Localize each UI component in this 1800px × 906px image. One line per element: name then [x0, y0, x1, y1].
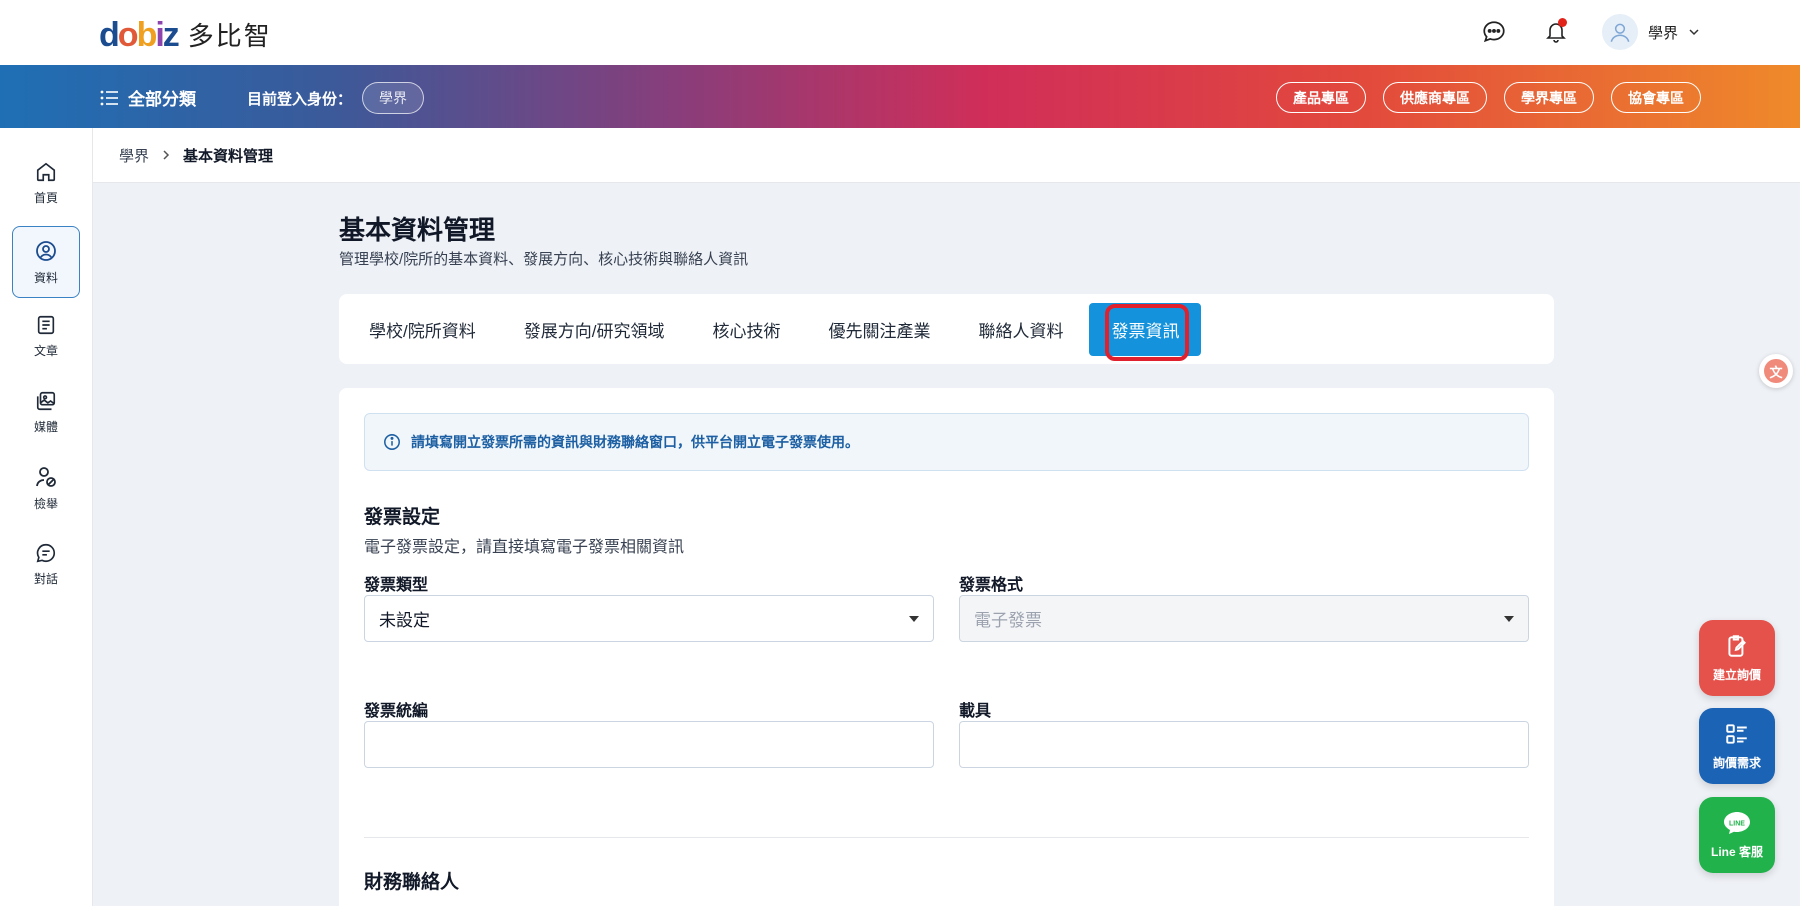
- carrier-label: 載具: [959, 703, 992, 720]
- user-name: 學界: [1647, 24, 1678, 42]
- translate-icon: 文: [1764, 359, 1788, 383]
- sidebar-item-label: 資料: [33, 270, 58, 285]
- sidebar-item-articles[interactable]: 文章: [12, 300, 80, 372]
- sidebar-item-label: 文章: [33, 343, 58, 358]
- create-inquiry-button[interactable]: 建立詢價: [1699, 620, 1775, 696]
- chevron-down-icon: [1689, 29, 1699, 36]
- breadcrumb-parent[interactable]: 學界: [119, 145, 149, 166]
- invoice-type-select[interactable]: 未設定: [364, 595, 934, 642]
- notification-bell-icon[interactable]: [1536, 12, 1576, 52]
- inquiry-needs-label: 詢價需求: [1712, 756, 1761, 770]
- tab-bar: 學校/院所資料 發展方向/研究領域 核心技術 優先關注產業 聯絡人資料 發票資訊: [339, 294, 1554, 364]
- identity-label: 目前登入身份：: [247, 90, 353, 108]
- invoice-type-value: 未設定: [379, 611, 430, 630]
- tab-invoice-info[interactable]: 發票資訊: [1089, 302, 1202, 361]
- chat-icon: [36, 543, 55, 562]
- info-notice: 請填寫開立發票所需的資訊與財務聯絡窗口，供平台開立電子發票使用。: [364, 413, 1529, 471]
- report-icon: [36, 466, 56, 487]
- finance-contact-title: 財務聯絡人: [364, 872, 460, 893]
- invoice-settings-subtitle: 電子發票設定，請直接填寫電子發票相關資訊: [364, 539, 685, 556]
- sidebar-item-label: 檢舉: [33, 496, 58, 511]
- sidebar-item-chat[interactable]: 對話: [12, 528, 80, 600]
- sidebar-item-label: 媒體: [33, 419, 58, 434]
- logo-text: 多比智: [187, 21, 272, 51]
- sidebar-item-label: 對話: [33, 571, 58, 586]
- tab-priority-industries[interactable]: 優先關注產業: [806, 303, 952, 356]
- line-chat-icon: LINE: [1724, 812, 1750, 834]
- avatar: [1601, 14, 1638, 50]
- list-grid-icon: [1726, 724, 1747, 744]
- invoice-format-select: 電子發票: [959, 595, 1529, 642]
- carrier-input[interactable]: [959, 721, 1529, 768]
- notice-text: 請填寫開立發票所需的資訊與財務聯絡窗口，供平台開立電子發票使用。: [411, 434, 859, 450]
- page-title: 基本資料管理: [339, 215, 496, 245]
- zone-academia-button[interactable]: 學界專區: [1504, 82, 1594, 113]
- top-header: dobiz 多比智 學界: [0, 0, 1800, 65]
- sidebar-item-label: 首頁: [33, 190, 58, 205]
- sidebar-item-profile[interactable]: 資料: [12, 226, 80, 298]
- list-menu-icon: [100, 90, 118, 105]
- dropdown-caret-icon: [909, 616, 919, 622]
- edit-clipboard-icon: [1728, 635, 1746, 657]
- tax-id-label: 發票統編: [364, 703, 429, 720]
- tax-id-input[interactable]: [364, 721, 934, 768]
- invoice-form-card: 請填寫開立發票所需的資訊與財務聯絡窗口，供平台開立電子發票使用。 發票設定 電子…: [339, 388, 1554, 906]
- chevron-right-icon: [163, 150, 170, 160]
- invoice-type-label: 發票類型: [364, 577, 429, 594]
- left-sidebar: 首頁 資料 文章 媒體 檢舉 對話: [0, 128, 93, 906]
- dropdown-caret-icon: [1504, 616, 1514, 622]
- brand-logo[interactable]: dobiz 多比智: [99, 16, 272, 53]
- tab-contacts[interactable]: 聯絡人資料: [956, 303, 1085, 356]
- all-categories-label: 全部分類: [128, 90, 196, 109]
- zone-associations-button[interactable]: 協會專區: [1611, 82, 1701, 113]
- translate-button[interactable]: 文: [1759, 354, 1793, 388]
- page-subtitle: 管理學校/院所的基本資料、發展方向、核心技術與聯絡人資訊: [339, 251, 749, 268]
- tab-core-technology[interactable]: 核心技術: [690, 303, 802, 356]
- user-menu[interactable]: 學界: [1601, 14, 1700, 50]
- info-icon: [384, 434, 400, 450]
- category-bar: 全部分類 目前登入身份： 學界 產品專區 供應商專區 學界專區 協會專區: [0, 65, 1800, 128]
- logo-mark: dobiz: [99, 15, 180, 54]
- tab-school-info[interactable]: 學校/院所資料: [347, 303, 498, 356]
- line-service-button[interactable]: LINE Line 客服: [1699, 797, 1775, 873]
- messages-icon[interactable]: [1474, 12, 1514, 52]
- identity-badge: 學界: [362, 82, 425, 114]
- invoice-format-label: 發票格式: [959, 577, 1024, 594]
- line-badge-text: LINE: [1729, 821, 1745, 828]
- breadcrumb: 學界 基本資料管理: [93, 128, 1800, 183]
- all-categories-button[interactable]: 全部分類: [100, 85, 196, 110]
- notification-dot: [1557, 18, 1567, 27]
- invoice-settings-title: 發票設定: [364, 507, 441, 528]
- login-identity: 目前登入身份： 學界: [247, 82, 425, 114]
- profile-icon: [36, 240, 56, 261]
- sidebar-item-home[interactable]: 首頁: [12, 147, 80, 219]
- tab-research-direction[interactable]: 發展方向/研究領域: [502, 303, 687, 356]
- article-icon: [37, 315, 55, 334]
- invoice-format-value: 電子發票: [974, 611, 1042, 630]
- zone-products-button[interactable]: 產品專區: [1276, 82, 1366, 113]
- create-inquiry-label: 建立詢價: [1712, 668, 1761, 682]
- inquiry-needs-button[interactable]: 詢價需求: [1699, 708, 1775, 784]
- sidebar-item-report[interactable]: 檢舉: [12, 452, 80, 524]
- home-icon: [36, 162, 56, 181]
- line-service-label: Line 客服: [1710, 845, 1763, 859]
- sidebar-item-media[interactable]: 媒體: [12, 376, 80, 448]
- section-divider: [364, 837, 1529, 838]
- breadcrumb-current: 基本資料管理: [183, 147, 274, 165]
- zone-suppliers-button[interactable]: 供應商專區: [1383, 82, 1487, 113]
- media-icon: [36, 391, 56, 410]
- main-content: 基本資料管理 管理學校/院所的基本資料、發展方向、核心技術與聯絡人資訊 學校/院…: [93, 183, 1800, 906]
